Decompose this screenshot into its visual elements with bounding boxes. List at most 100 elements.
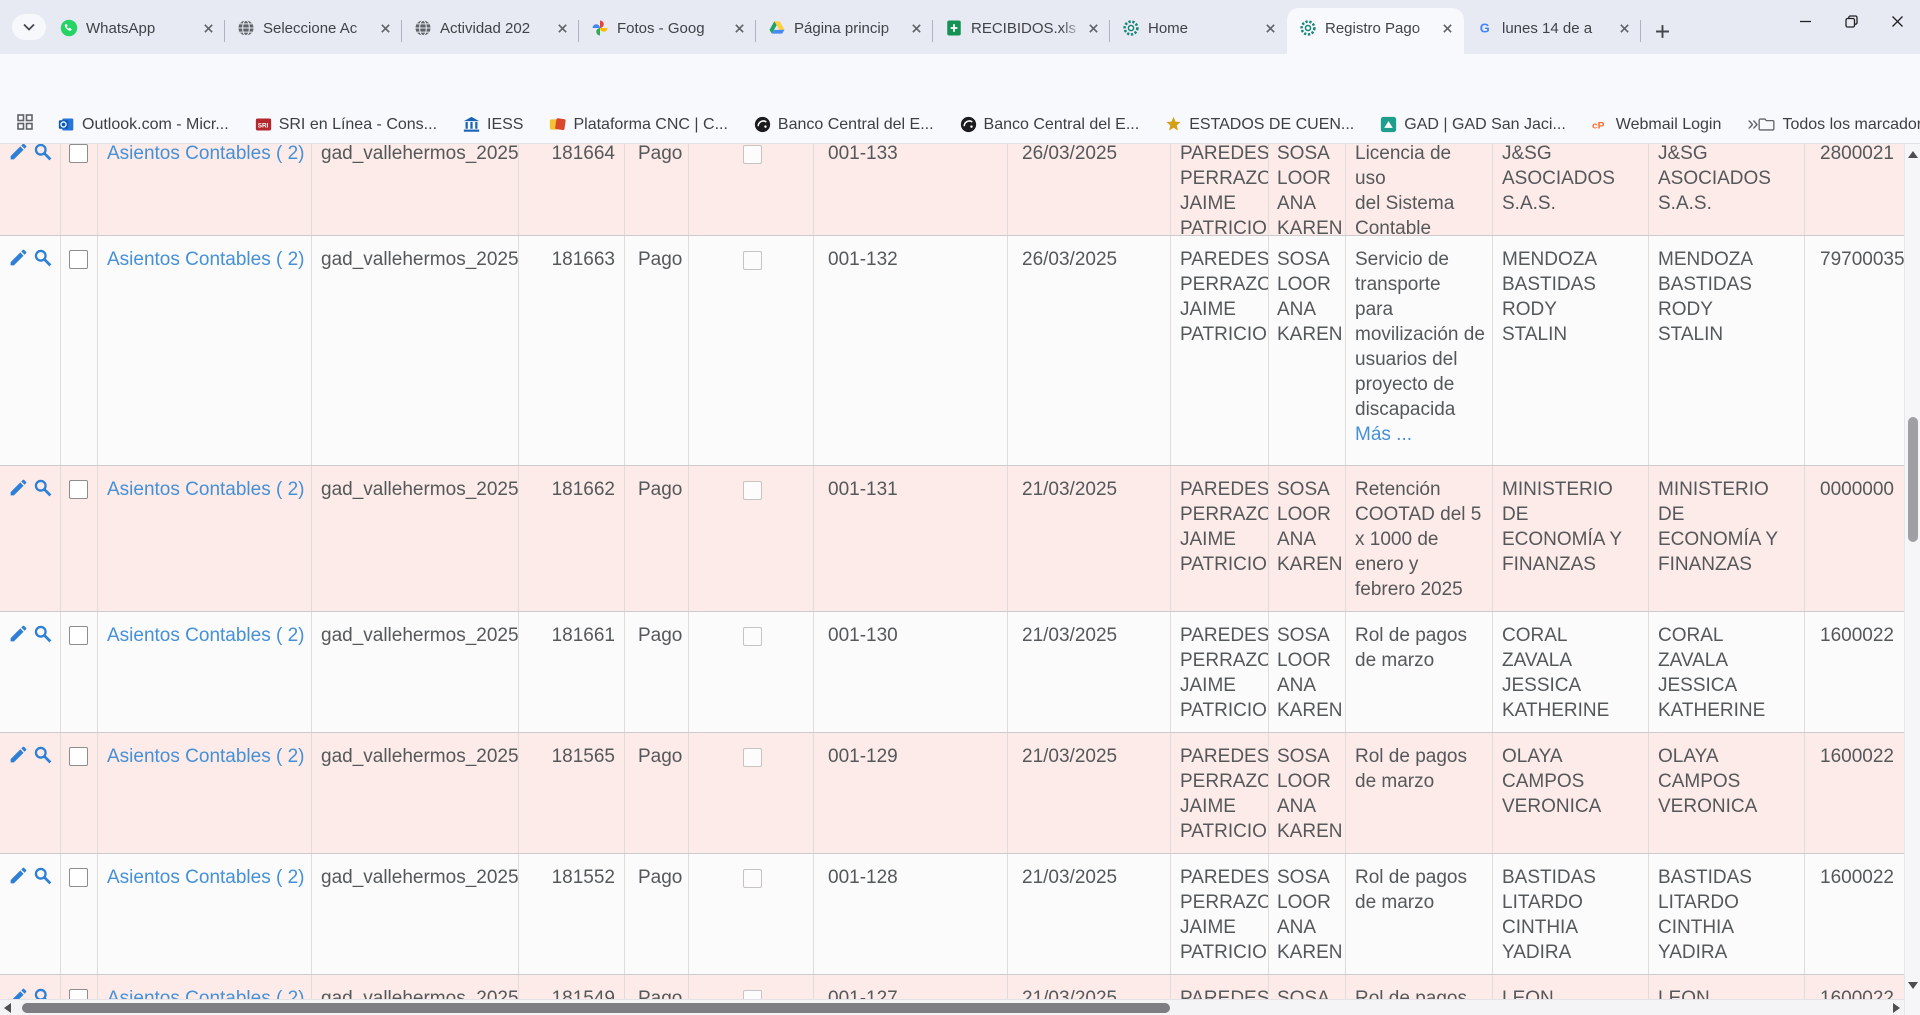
chevron-down-icon: [23, 23, 35, 31]
row-checkbox[interactable]: [69, 250, 88, 269]
aprobado-cell: SOSA LOOR ANA KAREN: [1277, 144, 1339, 235]
status-checkbox[interactable]: [743, 869, 762, 888]
tab-close-icon[interactable]: [730, 19, 748, 37]
tab-fotos[interactable]: Fotos - Goog: [579, 8, 756, 54]
bookmark-iess[interactable]: IESS: [463, 116, 523, 134]
asientos-contables-link[interactable]: Asientos Contables ( 2): [107, 746, 305, 767]
tab-actividad[interactable]: Actividad 202: [402, 8, 579, 54]
vertical-scrollbar[interactable]: [1904, 144, 1920, 1015]
tab-close-icon[interactable]: [1438, 19, 1456, 37]
bookmark-label: ESTADOS DE CUEN...: [1189, 116, 1354, 134]
row-checkbox[interactable]: [69, 868, 88, 887]
search-icon[interactable]: [32, 623, 53, 644]
tab-close-icon[interactable]: [376, 19, 394, 37]
all-bookmarks-button[interactable]: Todos los marcadores: [1758, 116, 1920, 134]
cpanel-icon: cP: [1592, 116, 1609, 133]
codigo-cell: 1600022: [1820, 623, 1898, 648]
tab-lunes[interactable]: G lunes 14 de a: [1464, 8, 1641, 54]
edit-icon[interactable]: [8, 744, 29, 765]
tab-close-icon[interactable]: [907, 19, 925, 37]
row-checkbox[interactable]: [69, 480, 88, 499]
edit-icon[interactable]: [8, 247, 29, 268]
asientos-contables-link[interactable]: Asientos Contables ( 2): [107, 479, 305, 500]
status-checkbox[interactable]: [743, 481, 762, 500]
tab-registro-pago-active[interactable]: Registro Pago: [1287, 8, 1464, 54]
horizontal-scrollbar-thumb[interactable]: [22, 1003, 1170, 1013]
type-cell: Pago: [638, 247, 682, 272]
edit-icon[interactable]: [8, 865, 29, 886]
edit-icon[interactable]: [8, 477, 29, 498]
tab-close-icon[interactable]: [1084, 19, 1102, 37]
bookmark-outlook[interactable]: Outlook.com - Micr...: [58, 116, 229, 134]
bookmark-cnc[interactable]: Plataforma CNC | C...: [549, 116, 727, 134]
status-checkbox[interactable]: [743, 145, 762, 164]
beneficiario-cell: OLAYA CAMPOS VERONICA: [1502, 744, 1642, 819]
fingads-gear-icon: [1122, 19, 1140, 37]
tab-close-icon[interactable]: [553, 19, 571, 37]
svg-text:G: G: [1480, 21, 1490, 36]
cnc-icon: [549, 116, 566, 133]
scroll-down-icon[interactable]: [1908, 980, 1918, 990]
edit-icon[interactable]: [8, 623, 29, 644]
status-checkbox[interactable]: [743, 627, 762, 646]
bookmark-gad[interactable]: GAD | GAD San Jaci...: [1380, 116, 1566, 134]
edit-icon[interactable]: [8, 144, 29, 162]
tab-home[interactable]: Home: [1110, 8, 1287, 54]
codigo-cell: 1600022: [1820, 744, 1898, 769]
asientos-contables-link[interactable]: Asientos Contables ( 2): [107, 249, 305, 270]
number-cell: 001-129: [828, 744, 1001, 769]
search-icon[interactable]: [32, 247, 53, 268]
type-cell: Pago: [638, 865, 682, 890]
asientos-contables-link[interactable]: Asientos Contables ( 2): [107, 625, 305, 646]
tab-close-icon[interactable]: [199, 19, 217, 37]
tab-recibidos[interactable]: RECIBIDOS.xls: [933, 8, 1110, 54]
more-link[interactable]: Más ...: [1355, 424, 1412, 445]
asientos-contables-link[interactable]: Asientos Contables ( 2): [107, 144, 305, 164]
window-minimize-button[interactable]: [1782, 0, 1828, 42]
window-close-button[interactable]: [1874, 0, 1920, 42]
entity-cell: gad_vallehermos_2025: [321, 623, 512, 648]
banco-central-icon: [754, 116, 771, 133]
search-icon[interactable]: [32, 744, 53, 765]
bookmark-sri[interactable]: SRI SRI en Línea - Cons...: [255, 116, 437, 134]
bookmark-label: Webmail Login: [1616, 116, 1722, 134]
window-restore-button[interactable]: [1828, 0, 1874, 42]
tab-search-button[interactable]: [12, 14, 46, 40]
type-cell: Pago: [638, 623, 682, 648]
status-checkbox[interactable]: [743, 251, 762, 270]
tab-close-icon[interactable]: [1261, 19, 1279, 37]
asientos-contables-link[interactable]: Asientos Contables ( 2): [107, 867, 305, 888]
scroll-left-icon[interactable]: [3, 1003, 13, 1013]
new-tab-button[interactable]: [1648, 17, 1676, 45]
tab-seleccione[interactable]: Seleccione Ac: [225, 8, 402, 54]
id-cell: 181661: [528, 623, 615, 648]
bookmark-banco-central-1[interactable]: Banco Central del E...: [754, 116, 934, 134]
bookmark-estados[interactable]: ESTADOS DE CUEN...: [1165, 116, 1354, 134]
descripcion-cell: Rol de pagos de marzo: [1355, 865, 1486, 915]
row-checkbox[interactable]: [69, 626, 88, 645]
bookmarks-overflow-chevron[interactable]: »: [1747, 113, 1758, 136]
aprobado-cell: SOSA LOOR ANA KAREN: [1277, 477, 1339, 577]
tab-pagina-principal[interactable]: Página princip: [756, 8, 933, 54]
row-checkbox[interactable]: [69, 747, 88, 766]
tab-whatsapp[interactable]: WhatsApp: [48, 8, 225, 54]
bookmark-banco-central-2[interactable]: Banco Central del E...: [960, 116, 1140, 134]
tab-close-icon[interactable]: [1615, 19, 1633, 37]
elaborado-cell: PAREDES PERRAZO JAIME PATRICIO: [1180, 623, 1262, 723]
registro-pago-table: Asientos Contables ( 2) gad_vallehermos_…: [0, 144, 1904, 1015]
search-icon[interactable]: [32, 477, 53, 498]
number-cell: 001-130: [828, 623, 1001, 648]
search-icon[interactable]: [32, 144, 53, 162]
row-checkbox[interactable]: [69, 144, 88, 163]
bookmark-webmail[interactable]: cP Webmail Login: [1592, 116, 1722, 134]
id-cell: 181662: [528, 477, 615, 502]
search-icon[interactable]: [32, 865, 53, 886]
scroll-right-icon[interactable]: [1891, 1003, 1901, 1013]
apps-grid-icon[interactable]: [16, 113, 34, 136]
horizontal-scrollbar[interactable]: [0, 999, 1904, 1015]
bookmark-label: GAD | GAD San Jaci...: [1404, 116, 1566, 134]
status-checkbox[interactable]: [743, 748, 762, 767]
vertical-scrollbar-thumb[interactable]: [1908, 417, 1918, 542]
bookmark-label: Banco Central del E...: [778, 116, 934, 134]
scroll-up-icon[interactable]: [1908, 150, 1918, 160]
